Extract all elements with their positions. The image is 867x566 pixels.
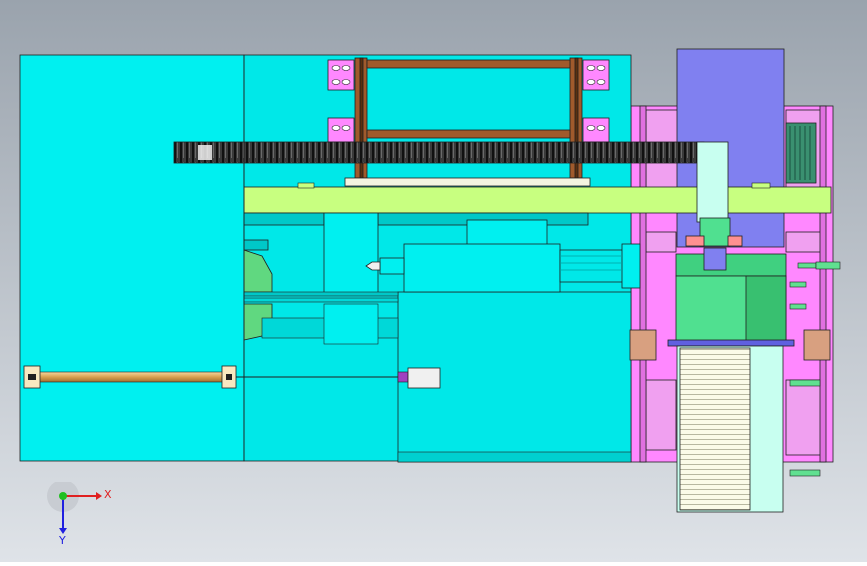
beam-cap-right — [751, 182, 771, 189]
rod-end-connector — [397, 371, 409, 383]
x-arrow-head — [96, 492, 102, 500]
conveyor-chain — [679, 347, 751, 511]
x-axis-label: X — [104, 488, 112, 501]
linear-rails — [243, 291, 399, 345]
y-axis-label: Y — [58, 534, 66, 546]
bearing-left — [629, 329, 657, 361]
coordinate-triad: X Y — [47, 482, 112, 546]
triad-origin-dot — [59, 492, 67, 500]
vertical-slider — [696, 141, 729, 223]
bearing-right — [803, 329, 831, 361]
beam-cap-left — [297, 182, 315, 189]
rack-highlight — [198, 145, 212, 160]
cad-viewport[interactable]: X Y — [0, 0, 867, 562]
rod-end-block — [407, 367, 441, 389]
left-main-block — [19, 54, 245, 462]
base-lip — [397, 451, 632, 463]
lime-crossbeam — [243, 186, 832, 214]
gear-rack — [173, 141, 705, 164]
cad-model-view[interactable] — [0, 0, 867, 562]
